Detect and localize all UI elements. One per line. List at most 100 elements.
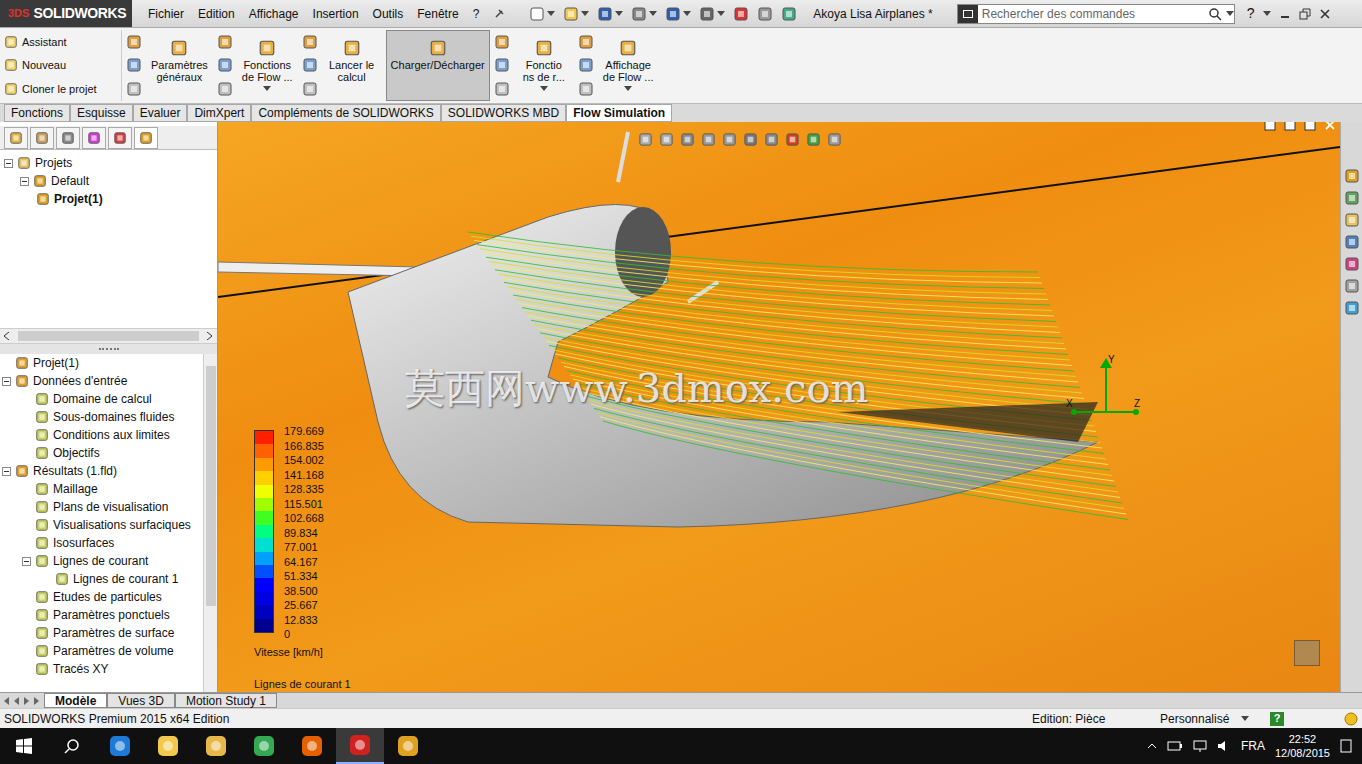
command-tab[interactable]: Esquisse (70, 104, 133, 122)
quick-tool[interactable] (757, 6, 773, 22)
menu-item[interactable]: Affichage (249, 5, 299, 23)
magnifier-icon[interactable] (1208, 7, 1222, 21)
command-tab[interactable]: Flow Simulation (566, 104, 672, 122)
model-tab[interactable]: Modèle (44, 693, 107, 708)
ribbon-button[interactable]: Fonctionsde Flow ... (237, 30, 298, 101)
edge-taskbar-button[interactable] (96, 728, 144, 764)
tab-scroll-icon[interactable] (14, 697, 20, 705)
viewport-control-icon[interactable] (1264, 122, 1276, 131)
ribbon-button[interactable]: Fonctions de r... (514, 30, 574, 101)
tree-row[interactable]: Tracés XY (0, 660, 203, 678)
ribbon-dropdown-icon[interactable] (263, 86, 271, 92)
status-units[interactable]: Personnalisé (1160, 710, 1270, 728)
manager-tab[interactable] (56, 127, 80, 149)
input-language[interactable]: FRA (1241, 737, 1265, 755)
chrome-taskbar-button[interactable] (240, 728, 288, 764)
expand-toggle-icon[interactable] (2, 377, 11, 386)
viewport-control-icon[interactable] (1284, 122, 1296, 131)
tree-row[interactable]: Isosurfaces (0, 534, 203, 552)
tab-scroll-icon[interactable] (34, 697, 40, 705)
battery-icon[interactable] (1167, 741, 1183, 751)
dropdown-arrow-icon[interactable] (581, 11, 589, 17)
model-tab[interactable]: Vues 3D (107, 693, 175, 708)
tree-row[interactable]: Lignes de courant (0, 552, 203, 570)
splitter[interactable] (0, 344, 217, 354)
manager-tab[interactable] (134, 127, 158, 149)
tree-row[interactable]: Objectifs (0, 444, 203, 462)
horizontal-scrollbar[interactable] (0, 328, 217, 344)
display-swatch[interactable] (1294, 640, 1320, 666)
tab-scroll-icon[interactable] (4, 697, 10, 705)
tree-row[interactable]: Paramètres de volume (0, 642, 203, 660)
search-button[interactable] (48, 728, 96, 764)
flow-taskbar-button[interactable] (384, 728, 432, 764)
tree-row[interactable]: Lignes de courant 1 (0, 570, 203, 588)
manager-tab[interactable] (30, 127, 54, 149)
search-dropdown-icon[interactable] (1226, 11, 1234, 17)
command-tab[interactable]: DimXpert (187, 104, 251, 122)
dropdown-arrow-icon[interactable] (717, 11, 725, 17)
start-button[interactable] (0, 728, 48, 764)
menu-item[interactable]: Fenêtre (417, 5, 458, 23)
photos-taskbar-button[interactable] (192, 728, 240, 764)
manager-tab[interactable] (108, 127, 132, 149)
quick-tool[interactable] (631, 6, 657, 22)
tree-row[interactable]: Conditions aux limites (0, 426, 203, 444)
tree-row[interactable]: Résultats (1.fld) (0, 462, 203, 480)
firefox-taskbar-button[interactable] (288, 728, 336, 764)
tray-expand-icon[interactable] (1147, 743, 1157, 749)
ribbon-dropdown-icon[interactable] (540, 86, 548, 92)
tree-row[interactable]: Projet(1) (0, 354, 203, 372)
tree-row[interactable]: Maillage (0, 480, 203, 498)
tree-row[interactable]: Données d'entrée (0, 372, 203, 390)
ribbon-button[interactable]: Paramètresgénéraux (146, 30, 213, 101)
tree-row[interactable]: Visualisations surfaciques (0, 516, 203, 534)
pin-icon[interactable] (493, 8, 505, 20)
ribbon-dropdown-icon[interactable] (624, 86, 632, 92)
tree-row[interactable]: Projets (0, 154, 217, 172)
graphics-viewport[interactable]: 莫西网www.3dmox.comYXZ179.669166.835154.002… (218, 122, 1340, 692)
tree-row[interactable]: Etudes de particules (0, 588, 203, 606)
help-dropdown-icon[interactable] (1263, 11, 1271, 17)
solidworks-taskbar-button[interactable] (336, 728, 384, 764)
dropdown-arrow-icon[interactable] (615, 11, 623, 17)
quick-tool[interactable] (665, 6, 691, 22)
scroll-right-icon[interactable] (207, 332, 213, 340)
tree-row[interactable]: Projet(1) (0, 190, 217, 208)
explorer-taskbar-button[interactable] (144, 728, 192, 764)
dropdown-arrow-icon[interactable] (547, 11, 555, 17)
manager-tab[interactable] (82, 127, 106, 149)
command-tab[interactable]: Evaluer (133, 104, 188, 122)
quick-tool[interactable] (781, 6, 797, 22)
command-tab[interactable]: Compléments de SOLIDWORKS (251, 104, 440, 122)
expand-toggle-icon[interactable] (4, 159, 13, 168)
quick-tool[interactable] (529, 6, 555, 22)
dropdown-arrow-icon[interactable] (649, 11, 657, 17)
command-search[interactable]: Rechercher des commandes (957, 4, 1235, 24)
status-help[interactable]: ? (1270, 712, 1284, 726)
menu-item[interactable]: Edition (198, 5, 235, 23)
menu-item[interactable]: Fichier (148, 5, 184, 23)
tree-row[interactable]: Paramètres de surface (0, 624, 203, 642)
viewport-control-icon[interactable] (1304, 122, 1316, 131)
ribbon-small-button[interactable]: Assistant (4, 34, 117, 51)
clock[interactable]: 22:5212/08/2015 (1275, 732, 1330, 760)
ribbon-button[interactable]: Lancer lecalcul (322, 30, 382, 101)
ribbon-small-button[interactable]: Cloner le projet (4, 81, 117, 98)
viewport-close-icon[interactable] (1324, 122, 1336, 131)
rebuild-icon[interactable] (1344, 712, 1358, 726)
quick-tool[interactable] (597, 6, 623, 22)
help-button[interactable]: ? (1247, 3, 1255, 24)
minimize-icon[interactable] (1279, 8, 1291, 20)
expand-toggle-icon[interactable] (2, 467, 11, 476)
menu-item[interactable]: Outils (373, 5, 404, 23)
volume-icon[interactable] (1217, 740, 1231, 752)
units-dropdown-icon[interactable] (1241, 716, 1249, 722)
menu-item[interactable]: Insertion (313, 5, 359, 23)
tree-row[interactable]: Paramètres ponctuels (0, 606, 203, 624)
ribbon-button[interactable]: Charger/Décharger (386, 30, 490, 101)
expand-toggle-icon[interactable] (20, 177, 29, 186)
tree-row[interactable]: Sous-domaines fluides (0, 408, 203, 426)
network-icon[interactable] (1193, 740, 1207, 752)
model-tab[interactable]: Motion Study 1 (175, 693, 277, 708)
